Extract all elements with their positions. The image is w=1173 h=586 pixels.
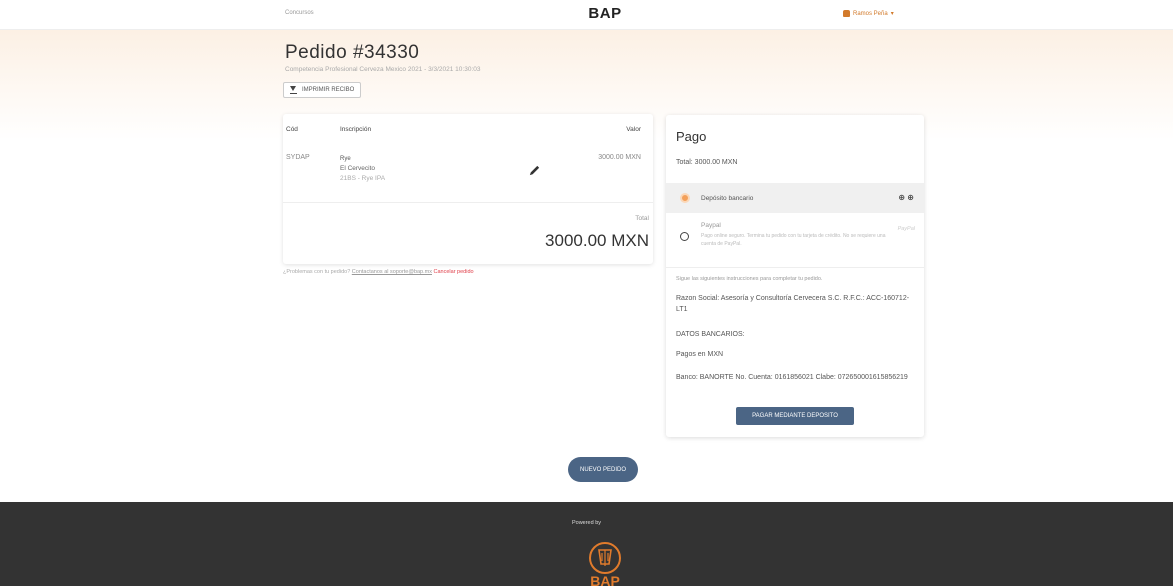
download-icon [290,86,297,94]
column-header-registration: Inscripción [340,126,372,133]
entry-value: 3000.00 MXN [598,154,641,161]
entry-style: 21BS - Rye IPA [340,175,386,182]
chevron-down-icon: ▾ [890,11,894,17]
divider [666,267,924,268]
user-name: Ramos Peña [853,10,888,17]
print-receipt-button[interactable]: IMPRIMIR RECIBO [283,82,362,98]
entry-brewery: El Cervecito [340,165,376,172]
nav-link-concursos[interactable]: Concursos [285,10,314,16]
paypal-label: Paypal [701,222,721,229]
row-code: SYDAP [286,154,310,161]
radio-selected[interactable] [680,193,690,203]
bank-deposit-label: Depósito bancario [701,195,754,202]
powered-by-text: Powered by [571,520,602,526]
user-menu[interactable]: Ramos Peña ▾ [843,10,894,17]
paypal-logo-icon: PayPal [897,226,915,232]
radio-unselected[interactable] [680,232,689,241]
payment-title: Pago [676,129,707,144]
contact-support-link[interactable]: Contactanos al soporte@bap.mx [352,269,432,275]
new-order-button[interactable]: NUEVO PEDIDO [568,457,638,482]
order-summary-card: Cód Inscripción Valor SYDAP Rye El Cerve… [283,114,653,264]
top-navbar: Concursos BAP Ramos Peña ▾ [0,0,1173,30]
payment-option-paypal[interactable]: Paypal Pago online seguro. Termina tu pe… [666,215,924,255]
paypal-description: Pago online seguro. Termina tu pedido co… [701,233,886,247]
footer: Powered by BAP [0,502,1173,586]
payment-option-bank-deposit[interactable]: Depósito bancario ⊕ ⊕ [666,183,924,213]
payment-total: Total: 3000.00 MXN [676,159,738,166]
payment-card: Pago Total: 3000.00 MXN Depósito bancari… [666,115,924,437]
page-title: Pedido #34330 [285,42,420,63]
help-prefix: ¿Problemas con tu pedido? [283,269,351,275]
razon-social: Razon Social: Asesoría y Consultoría Cer… [676,295,910,313]
entry-name: Rye [340,156,351,162]
brand-logo[interactable]: BAP [570,5,640,22]
bank-account-details: Banco: BANORTE No. Cuenta: 0161856021 Cl… [676,374,908,381]
footer-logo-text: BAP [590,573,620,586]
order-subtitle: Competencia Profesional Cerveza Mexico 2… [285,66,481,73]
user-icon [843,10,850,17]
column-header-code: Cód [286,126,298,133]
currency-note: Pagos en MXN [676,351,724,358]
pay-by-deposit-button[interactable]: PAGAR MEDIANTE DEPOSITO [736,407,854,425]
total-value: 3000.00 MXN [545,231,649,250]
cancel-order-link[interactable]: Cancelar pedido [434,269,474,275]
bap-footer-logo[interactable]: BAP [577,536,633,586]
edit-pencil-icon[interactable] [528,164,541,177]
column-header-value: Valor [626,126,641,133]
bank-data-heading: DATOS BANCARIOS: [676,331,745,338]
payment-instructions: Sigue las siguientes instrucciones para … [676,276,823,282]
total-label: Total [635,215,649,222]
bank-logo-icon: ⊕ ⊕ [898,193,914,202]
help-text: ¿Problemas con tu pedido? Contactanos al… [283,269,474,275]
divider [283,202,653,203]
print-receipt-label: IMPRIMIR RECIBO [302,87,355,93]
